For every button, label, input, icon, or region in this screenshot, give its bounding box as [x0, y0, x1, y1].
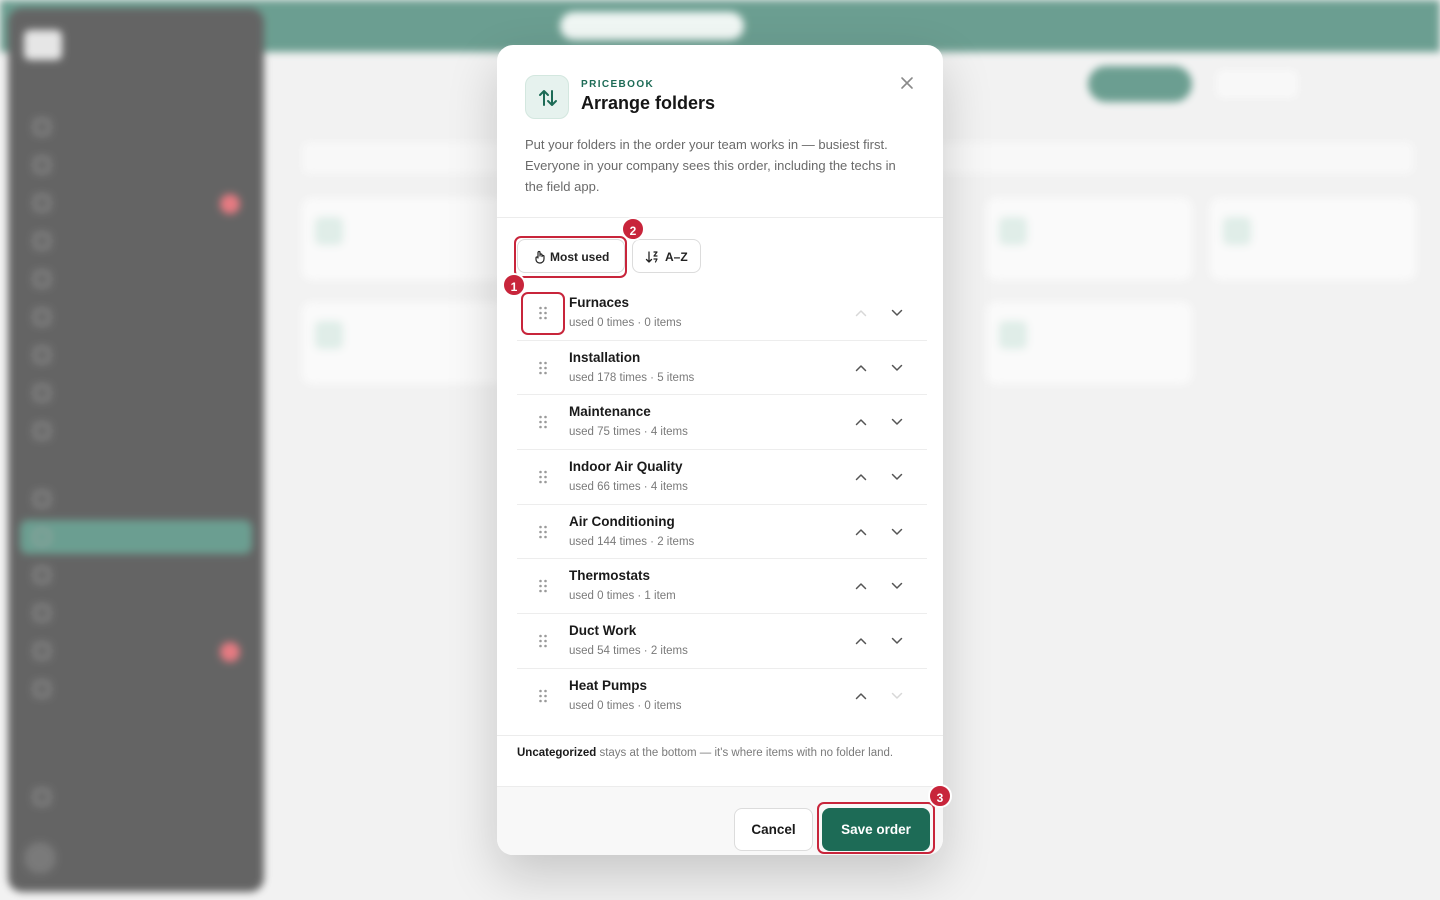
folder-meta: used 66 times · 4 items — [569, 481, 688, 494]
divider — [497, 735, 943, 736]
folder-row[interactable]: Thermostats used 0 times · 1 item — [517, 559, 927, 615]
drag-handle-icon[interactable] — [525, 299, 561, 327]
folder-name: Duct Work — [569, 623, 637, 639]
folder-meta: used 54 times · 2 items — [569, 645, 688, 658]
dialog-description: Put your folders in the order your team … — [525, 137, 896, 194]
folder-name: Heat Pumps — [569, 677, 648, 693]
drag-handle-icon[interactable] — [525, 518, 561, 546]
folder-name: Thermostats — [569, 568, 651, 584]
callout-badge: 1 — [502, 273, 526, 297]
move-down-icon[interactable] — [886, 357, 908, 379]
sort-most-used-label: Most used — [550, 250, 610, 264]
move-up-icon[interactable] — [850, 685, 872, 707]
folder-row[interactable]: Indoor Air Quality used 66 times · 4 item… — [517, 450, 927, 505]
move-up-icon[interactable] — [850, 575, 872, 597]
dialog-footer: Cancel Save order — [497, 786, 943, 855]
move-down-icon[interactable] — [886, 411, 908, 433]
drag-handle-icon[interactable] — [525, 682, 561, 710]
move-down-icon[interactable] — [886, 302, 908, 324]
arrows-up-down-icon — [525, 75, 569, 119]
save-order-button[interactable]: Save order — [822, 808, 930, 851]
sort-alpha-icon — [645, 251, 658, 263]
folder-list: Furnaces used 0 times · 0 items Installati… — [517, 286, 927, 724]
folder-row[interactable]: Maintenance used 75 times · 4 items — [517, 395, 927, 451]
drag-handle-icon[interactable] — [525, 627, 561, 655]
callout-badge: 3 — [928, 784, 952, 808]
drag-handle-icon[interactable] — [525, 408, 561, 436]
drag-handle-icon[interactable] — [525, 463, 561, 491]
move-up-icon[interactable] — [850, 357, 872, 379]
folder-row[interactable]: Installation used 178 times · 5 items — [517, 341, 927, 396]
folder-name: Installation — [569, 349, 641, 365]
folder-name: Maintenance — [569, 404, 651, 420]
move-down-icon[interactable] — [886, 630, 908, 652]
folder-meta: used 0 times · 0 items — [569, 699, 682, 712]
folder-meta: used 0 times · 0 items — [569, 317, 682, 329]
move-down-icon[interactable] — [886, 466, 908, 488]
move-up-icon — [850, 302, 872, 324]
move-down-icon[interactable] — [886, 521, 908, 543]
folder-row[interactable]: Air Conditioning used 144 times · 2 items — [517, 505, 927, 560]
dialog-eyebrow: PRICEBOOK — [581, 79, 655, 90]
hand-pointer-icon — [535, 250, 545, 264]
drag-handle-icon[interactable] — [525, 354, 561, 382]
move-up-icon[interactable] — [850, 521, 872, 543]
move-up-icon[interactable] — [850, 411, 872, 433]
sort-a-z-label: A–Z — [665, 250, 688, 264]
folder-row[interactable]: Duct Work used 54 times · 2 items — [517, 614, 927, 669]
cancel-button[interactable]: Cancel — [734, 808, 813, 851]
folder-meta: used 75 times · 4 items — [569, 426, 688, 439]
folder-name: Furnaces — [569, 295, 630, 310]
folder-name: Indoor Air Quality — [569, 459, 683, 475]
move-up-icon[interactable] — [850, 466, 872, 488]
folder-row[interactable]: Heat Pumps used 0 times · 0 items — [517, 669, 927, 724]
drag-handle-icon[interactable] — [525, 572, 561, 600]
move-down-icon — [886, 685, 908, 707]
sort-a-z-button[interactable]: A–Z — [632, 239, 701, 273]
folder-meta: used 144 times · 2 items — [569, 535, 695, 548]
sort-most-used-button[interactable]: Most used — [517, 239, 625, 273]
arrange-folders-dialog: PRICEBOOK Arrange folders Put your folde… — [497, 45, 943, 855]
note-text: stays at the bottom — it's where items w… — [596, 747, 894, 759]
folder-meta: used 0 times · 1 item — [569, 590, 676, 603]
close-icon[interactable] — [895, 71, 919, 95]
move-up-icon[interactable] — [850, 630, 872, 652]
folder-name: Air Conditioning — [569, 513, 675, 529]
folder-row[interactable]: Furnaces used 0 times · 0 items — [517, 286, 927, 341]
folder-meta: used 178 times · 5 items — [569, 371, 695, 384]
note-strong: Uncategorized — [517, 747, 597, 759]
move-down-icon[interactable] — [886, 575, 908, 597]
callout-badge: 2 — [621, 217, 645, 241]
divider — [497, 217, 943, 218]
uncategorized-note: Uncategorized stays at the bottom — it's… — [517, 747, 927, 759]
dialog-title: Arrange folders — [581, 93, 716, 113]
